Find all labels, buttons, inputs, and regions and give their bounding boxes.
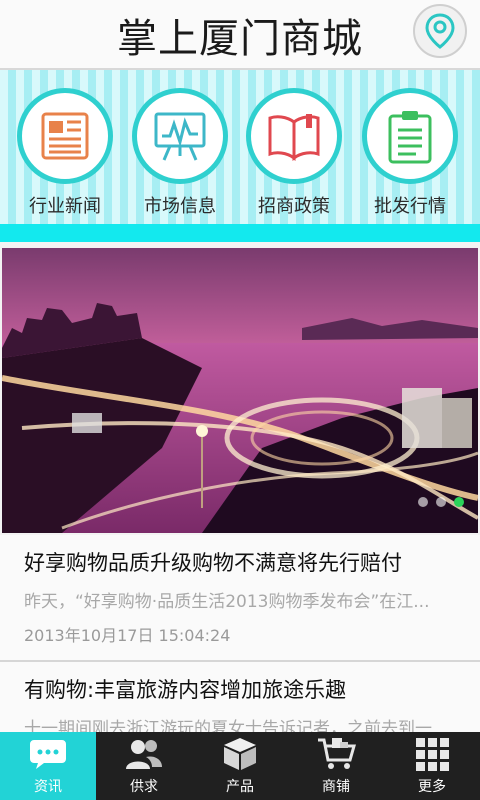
box-icon (224, 738, 256, 770)
category-industry-news[interactable]: 行业新闻 (15, 88, 115, 218)
grid-icon (416, 738, 449, 771)
clipboard-icon (388, 111, 432, 164)
nav-products-tab[interactable]: 产品 (192, 732, 288, 800)
users-icon (126, 740, 162, 769)
chart-board-icon (154, 112, 206, 161)
news-summary: 昨天，“好享购物·品质生活2013购物季发布会”在江... (24, 592, 430, 612)
category-wholesale-prices[interactable]: 批发行情 (360, 88, 460, 218)
carousel-dot[interactable] (436, 497, 446, 507)
news-item[interactable]: 有购物:丰富旅游内容增加旅途乐趣 十一期间刚去浙江游玩的夏女士告诉记者，之前去到… (0, 660, 480, 739)
category-label: 批发行情 (374, 196, 446, 217)
nav-more-tab[interactable]: 更多 (384, 732, 480, 800)
open-book-icon (268, 114, 320, 161)
news-title: 有购物:丰富旅游内容增加旅途乐趣 (24, 678, 347, 702)
cart-icon (318, 738, 356, 769)
nav-supply-tab[interactable]: 供求 (96, 732, 192, 800)
nav-label: 供求 (130, 779, 158, 795)
category-label: 招商政策 (258, 196, 330, 217)
nav-label: 产品 (226, 779, 254, 795)
nav-label: 商铺 (322, 779, 350, 795)
nav-news-tab[interactable]: 资讯 (0, 732, 96, 800)
nav-label: 资讯 (34, 779, 62, 795)
nav-shops-tab[interactable]: 商铺 (288, 732, 384, 800)
newspaper-icon (41, 112, 89, 160)
nav-label: 更多 (418, 779, 446, 795)
category-label: 行业新闻 (29, 196, 101, 217)
carousel-indicator (418, 497, 464, 507)
bottom-nav: 资讯 供求 产品 商铺 更多 (0, 732, 480, 800)
category-strip: 行业新闻 市场信息 招商政策 批发行情 (0, 70, 480, 242)
category-label: 市场信息 (144, 196, 216, 217)
chat-bubble-icon (30, 740, 66, 769)
news-timestamp: 2013年10月17日 15:04:24 (24, 626, 231, 645)
app-title: 掌上厦门商城 (117, 16, 363, 62)
news-item[interactable]: 好享购物品质升级购物不满意将先行赔付 昨天，“好享购物·品质生活2013购物季发… (0, 535, 480, 660)
carousel-dot-active[interactable] (454, 497, 464, 507)
location-button[interactable] (413, 4, 467, 58)
category-investment-policy[interactable]: 招商政策 (244, 88, 344, 218)
strip-divider (0, 224, 480, 242)
category-market-info[interactable]: 市场信息 (130, 88, 230, 218)
banner-image (2, 248, 478, 533)
news-list: 好享购物品质升级购物不满意将先行赔付 昨天，“好享购物·品质生活2013购物季发… (0, 535, 480, 739)
location-pin-icon (425, 13, 455, 49)
banner-carousel[interactable] (2, 248, 478, 533)
carousel-dot[interactable] (418, 497, 428, 507)
news-title: 好享购物品质升级购物不满意将先行赔付 (24, 551, 402, 575)
app-header: 掌上厦门商城 (0, 0, 480, 70)
